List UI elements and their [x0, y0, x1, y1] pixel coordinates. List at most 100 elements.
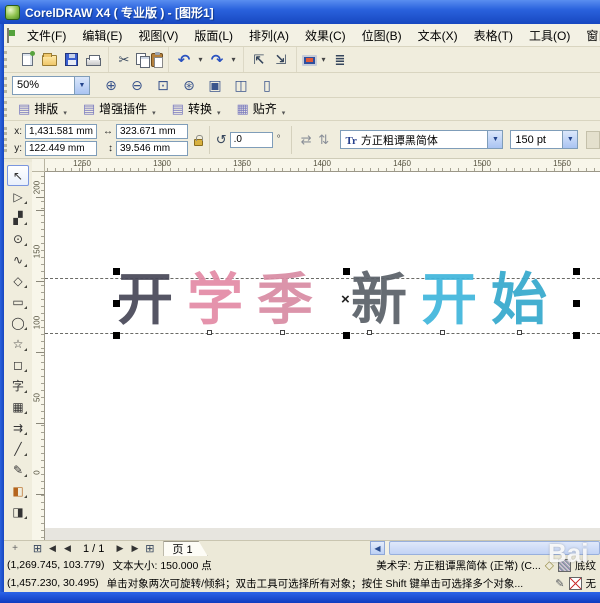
plugins-toolbar-button[interactable]: ▤ 增强插件 ▾	[77, 100, 166, 119]
object-height-input[interactable]: 39.546 mm	[116, 140, 188, 156]
ellipse-tool-button[interactable]: ◯	[7, 312, 29, 333]
mirror-vertical-button[interactable]: ⇅	[315, 131, 332, 149]
open-button[interactable]	[39, 50, 59, 70]
typesetting-toolbar-button[interactable]: ▤ 排版 ▾	[12, 100, 77, 119]
shape-tool-button[interactable]: ▷	[7, 186, 29, 207]
menu-item-arrange[interactable]: 排列(A)	[241, 25, 297, 46]
polygon-tool-button[interactable]: ☆	[7, 333, 29, 354]
font-list-combo[interactable]: Tr 方正粗谭黑简体 ▼	[340, 130, 504, 149]
freehand-tool-button[interactable]: ∿	[7, 249, 29, 270]
toolbar-drag-handle[interactable]	[4, 101, 7, 117]
zoom-to-selection-button[interactable]: ⊡	[152, 75, 174, 95]
character-node[interactable]	[517, 330, 522, 335]
rectangle-tool-button[interactable]: ▭	[7, 291, 29, 312]
artistic-text-object[interactable]: 开学季新开始	[117, 272, 561, 332]
selection-handle[interactable]	[113, 300, 120, 307]
clipped-toolbar-button[interactable]	[586, 130, 600, 149]
zoom-to-page-width-button[interactable]: ◫	[230, 75, 252, 95]
undo-dropdown[interactable]: ▾	[196, 50, 205, 70]
chevron-down-icon[interactable]: ▼	[487, 131, 503, 148]
print-button[interactable]	[83, 50, 103, 70]
import-button[interactable]: ⇱	[249, 50, 269, 70]
zoom-to-all-objects-button[interactable]: ⊛	[178, 75, 200, 95]
menu-item-edit[interactable]: 编辑(E)	[74, 25, 130, 46]
crop-tool-button[interactable]: ▞	[7, 207, 29, 228]
selection-handle[interactable]	[573, 268, 580, 275]
menu-item-tools[interactable]: 工具(O)	[521, 25, 578, 46]
chevron-down-icon[interactable]: ▼	[562, 131, 578, 148]
object-width-input[interactable]: 323.671 mm	[116, 123, 188, 139]
next-page-button[interactable]: ▶	[112, 542, 127, 556]
character-node[interactable]	[440, 330, 445, 335]
toolbar-drag-handle[interactable]	[4, 76, 7, 94]
snap-toolbar-button[interactable]: ▦ 贴齐 ▾	[230, 100, 295, 119]
document-navigator-icon[interactable]: +	[0, 543, 30, 554]
character-node[interactable]	[280, 330, 285, 335]
interactive-fill-tool-button[interactable]: ◨	[7, 501, 29, 522]
new-document-button[interactable]	[17, 50, 37, 70]
menu-item-effects[interactable]: 效果(C)	[297, 25, 354, 46]
eyedropper-tool-button[interactable]: ╱	[7, 438, 29, 459]
redo-button[interactable]: ↷	[207, 50, 227, 70]
outline-pen-tool-button[interactable]: ✎	[7, 459, 29, 480]
basic-shapes-tool-button[interactable]: ◻	[7, 354, 29, 375]
selection-handle[interactable]	[343, 332, 350, 339]
page-tab[interactable]: 页 1	[163, 541, 207, 556]
toolbar-drag-handle[interactable]	[4, 126, 7, 153]
chevron-down-icon[interactable]: ▼	[74, 76, 89, 94]
redo-dropdown[interactable]: ▾	[229, 50, 238, 70]
application-launcher-button[interactable]	[302, 54, 317, 66]
selection-handle[interactable]	[113, 268, 120, 275]
selection-center-marker[interactable]: ×	[341, 292, 350, 307]
flyout-arrow-icon[interactable]: ▾	[282, 109, 286, 117]
mirror-horizontal-button[interactable]: ⇄	[298, 131, 315, 149]
zoom-in-button[interactable]: ⊕	[100, 75, 122, 95]
selection-handle[interactable]	[113, 332, 120, 339]
smart-fill-tool-button[interactable]: ◇	[7, 270, 29, 291]
text-tool-button[interactable]: 字	[7, 375, 29, 396]
application-launcher-dropdown[interactable]: ▾	[319, 50, 328, 70]
zoom-out-button[interactable]: ⊖	[126, 75, 148, 95]
selection-handle[interactable]	[573, 300, 580, 307]
save-button[interactable]	[61, 50, 81, 70]
zoom-tool-button[interactable]: ⊙	[7, 228, 29, 249]
toolbar-drag-handle[interactable]	[4, 50, 7, 69]
fill-tool-button[interactable]: ◧	[7, 480, 29, 501]
object-x-input[interactable]: 1,431.581 mm	[25, 123, 97, 139]
menu-item-window[interactable]: 窗口(W)	[578, 25, 600, 46]
add-page-before-button[interactable]: ⊞	[30, 542, 45, 556]
copy-button[interactable]	[136, 53, 150, 68]
zoom-to-page-height-button[interactable]: ▯	[256, 75, 278, 95]
menu-item-view[interactable]: 视图(V)	[130, 25, 186, 46]
flyout-arrow-icon[interactable]: ▾	[63, 109, 67, 117]
cut-button[interactable]: ✂	[114, 50, 134, 70]
export-button[interactable]: ⇲	[271, 50, 291, 70]
menu-item-bitmaps[interactable]: 位图(B)	[354, 25, 410, 46]
menu-item-table[interactable]: 表格(T)	[466, 25, 521, 46]
convert-toolbar-button[interactable]: ▤ 转换 ▾	[166, 100, 231, 119]
pick-tool-button[interactable]: ↖	[7, 165, 29, 186]
previous-page-button[interactable]: ◀	[60, 542, 75, 556]
rotation-angle-input[interactable]: .0	[229, 131, 273, 148]
selection-handle[interactable]	[573, 332, 580, 339]
add-page-after-button[interactable]: ⊞	[142, 542, 157, 556]
flyout-arrow-icon[interactable]: ▾	[217, 109, 221, 117]
selection-handle[interactable]	[343, 268, 350, 275]
last-page-button[interactable]: ▶	[127, 542, 142, 556]
character-node[interactable]	[367, 330, 372, 335]
lock-ratio-icon[interactable]	[194, 134, 203, 146]
zoom-to-page-button[interactable]: ▣	[204, 75, 226, 95]
font-size-combo[interactable]: 150 pt ▼	[510, 130, 579, 149]
menu-item-layout[interactable]: 版面(L)	[186, 25, 241, 46]
paste-button[interactable]	[151, 51, 163, 68]
table-tool-button[interactable]: ▦	[7, 396, 29, 417]
first-page-button[interactable]: ◀	[45, 542, 60, 556]
options-button[interactable]: ≣	[330, 50, 350, 70]
object-y-input[interactable]: 122.449 mm	[25, 140, 97, 156]
character-node[interactable]	[207, 330, 212, 335]
scroll-left-button[interactable]: ◀	[370, 541, 385, 555]
zoom-level-combo[interactable]: 50% ▼	[12, 75, 90, 95]
flyout-arrow-icon[interactable]: ▾	[152, 109, 156, 117]
menu-item-text[interactable]: 文本(X)	[410, 25, 466, 46]
menu-item-file[interactable]: 文件(F)	[19, 25, 74, 46]
